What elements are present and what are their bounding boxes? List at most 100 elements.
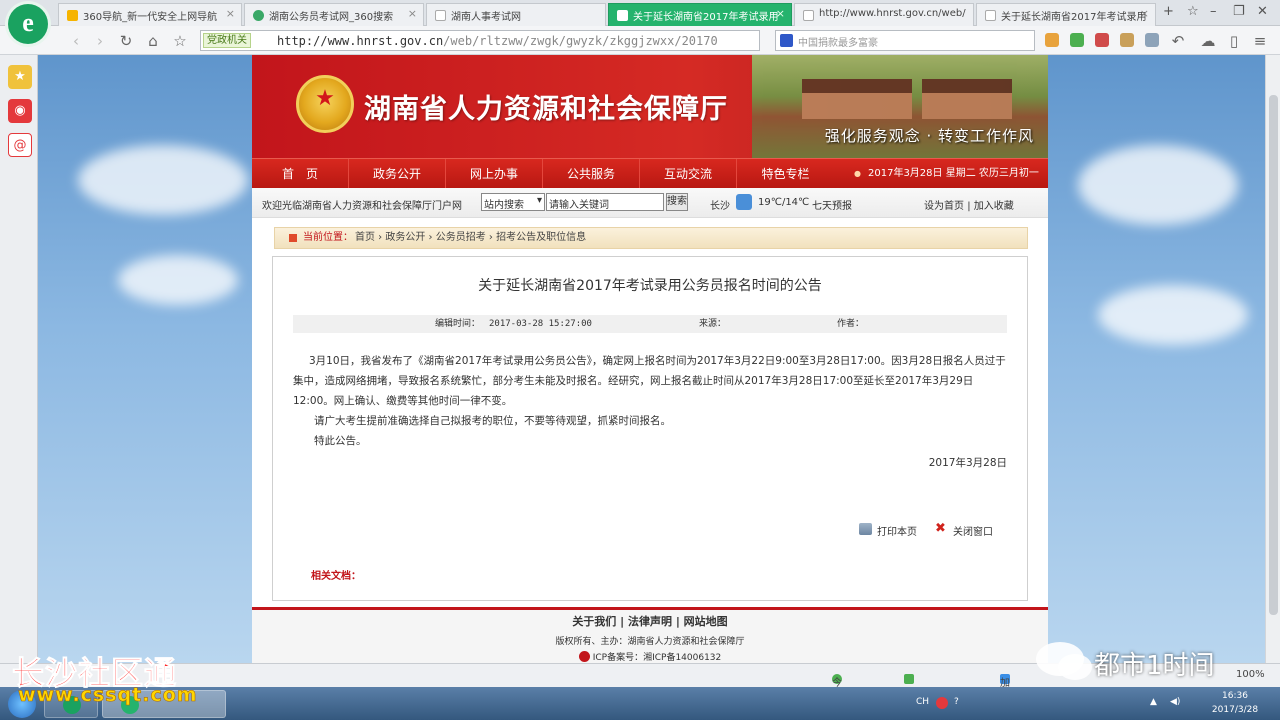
- welcome-text: 欢迎光临湖南省人力资源和社会保障厅门户网: [262, 201, 462, 212]
- cloud-decoration: [118, 255, 238, 305]
- edit-time-value: 2017-03-28 15:27:00: [489, 319, 592, 329]
- tray-app-icon[interactable]: [936, 697, 948, 709]
- icp-text[interactable]: ICP备案号：湘ICP备14006132: [593, 653, 722, 663]
- browser-search-input[interactable]: 中国捐款最多富豪: [775, 30, 1035, 51]
- site-footer: 关于我们 | 法律声明 | 网站地图 版权所有、主办：湖南省人力资源和社会保障厅…: [252, 607, 1048, 663]
- site-search-input[interactable]: 请输入关键词: [546, 193, 664, 211]
- home-icon[interactable]: ⌂: [143, 31, 163, 51]
- tab-label: http://www.hnrst.gov.cn/web/: [819, 8, 966, 19]
- tab-label: 360导航_新一代安全上网导航: [83, 12, 218, 23]
- nav-home[interactable]: 首 页: [252, 159, 349, 189]
- watermark-url: www.cssqt.com: [18, 684, 198, 707]
- nav-interaction[interactable]: 互动交流: [640, 159, 737, 189]
- source-label: 来源：: [699, 319, 727, 329]
- close-icon[interactable]: ×: [1140, 7, 1149, 20]
- star-icon[interactable]: ★: [8, 65, 32, 89]
- tab-label: 关于延长湖南省2017年考试录用: [1001, 12, 1147, 23]
- breadcrumb: 当前位置： 首页 › 政务公开 › 公务员招考 › 招考公告及职位信息: [274, 227, 1028, 249]
- tab-announcement-active[interactable]: 关于延长湖南省2017年考试录用 ×: [608, 3, 792, 26]
- page-icon: [803, 10, 814, 21]
- mail-icon[interactable]: @: [8, 133, 32, 157]
- baidu-paw-icon: [780, 34, 793, 47]
- settings-icon[interactable]: ☆: [1187, 4, 1199, 19]
- 360-icon: [67, 10, 78, 21]
- menu-icon[interactable]: ≡: [1250, 31, 1270, 51]
- network-icon[interactable]: ▲: [1150, 697, 1157, 707]
- search-placeholder: 中国捐款最多富豪: [798, 38, 878, 49]
- nav-special-columns[interactable]: 特色专栏: [737, 159, 834, 189]
- close-icon[interactable]: ×: [408, 7, 417, 20]
- cert-badge[interactable]: 党政机关: [203, 33, 251, 48]
- footer-copyright: 版权所有、主办：湖南省人力资源和社会保障厅: [555, 637, 745, 647]
- translate-icon[interactable]: [1095, 33, 1109, 47]
- window-close-icon[interactable]: ✕: [1257, 4, 1268, 19]
- breadcrumb-path[interactable]: 首页 › 政务公开 › 公务员招考 › 招考公告及职位信息: [355, 228, 586, 248]
- favorite-icon[interactable]: ☆: [170, 31, 190, 51]
- print-button[interactable]: 打印本页: [859, 523, 917, 538]
- system-clock[interactable]: 16:36 2017/3/28: [1205, 689, 1265, 717]
- back-icon[interactable]: ‹: [66, 31, 86, 51]
- watermark-brand: 都市1时间: [1094, 651, 1215, 681]
- tools-icon[interactable]: [1145, 33, 1159, 47]
- page-viewport: 湖南省人力资源和社会保障厅 强化服务观念 · 转变工作作风 首 页 政务公开 网…: [38, 55, 1265, 663]
- search-scope-select[interactable]: 站内搜索: [481, 193, 545, 211]
- phone-icon[interactable]: ▯: [1224, 31, 1244, 51]
- extension-icon[interactable]: [1045, 33, 1059, 47]
- screenshot-icon[interactable]: [1120, 33, 1134, 47]
- search-icon: [253, 10, 264, 21]
- close-icon: ✖: [935, 521, 946, 536]
- tab-hunan-exam[interactable]: 湖南人事考试网: [426, 3, 606, 26]
- url-host: http://www.hnrst.gov.cn: [277, 34, 444, 48]
- tab-360-search[interactable]: 湖南公务员考试网_360搜索 ×: [244, 3, 424, 26]
- help-icon[interactable]: ?: [954, 697, 959, 707]
- forecast-link[interactable]: 七天预报: [812, 197, 852, 212]
- weather-temperature: 19℃/14℃: [758, 197, 810, 208]
- close-window-button[interactable]: ✖ 关闭窗口: [935, 521, 993, 538]
- site-search-button[interactable]: 搜索: [666, 193, 688, 211]
- close-label: 关闭窗口: [953, 527, 993, 538]
- nav-public-services[interactable]: 公共服务: [543, 159, 640, 189]
- article-date: 2017年3月28日: [928, 457, 1007, 469]
- location-icon: [289, 234, 297, 242]
- toolbar-links: 设为首页 | 加入收藏: [924, 197, 1014, 212]
- footer-links[interactable]: 关于我们 | 法律声明 | 网站地图: [252, 613, 1048, 629]
- url-input[interactable]: 党政机关 http://www.hnrst.gov.cn/web/rltzww/…: [200, 30, 760, 51]
- scroll-thumb[interactable]: [1269, 95, 1278, 615]
- add-favorite-link[interactable]: 加入收藏: [974, 201, 1014, 212]
- clock-date: 2017/3/28: [1211, 705, 1259, 715]
- weibo-icon[interactable]: ◉: [8, 99, 32, 123]
- weather-city: 长沙: [710, 201, 730, 212]
- input-language[interactable]: CH: [916, 697, 929, 707]
- close-icon[interactable]: ×: [226, 7, 235, 20]
- new-tab-icon[interactable]: +: [1163, 4, 1174, 19]
- reload-icon[interactable]: ↻: [116, 31, 136, 51]
- wechat-icon: [1058, 654, 1092, 680]
- cloud-icon[interactable]: ☁: [1198, 31, 1218, 51]
- close-icon[interactable]: ×: [776, 7, 785, 20]
- tab-announcement-2[interactable]: 关于延长湖南省2017年考试录用 ×: [976, 3, 1156, 26]
- author-label: 作者：: [837, 319, 865, 329]
- nav-government-affairs[interactable]: 政务公开: [349, 159, 446, 189]
- print-label: 打印本页: [877, 527, 917, 538]
- article-paragraph: 请广大考生提前准确选择自己拟报考的职位，不要等待观望，抓紧时间报名。: [314, 415, 671, 427]
- set-home-link[interactable]: 设为首页: [924, 201, 964, 212]
- nav-date: 2017年3月28日 星期二 农历三月初一: [852, 159, 1048, 189]
- shield-icon[interactable]: [1070, 33, 1084, 47]
- tab-label: 关于延长湖南省2017年考试录用: [633, 12, 779, 23]
- restore-icon[interactable]: ❐: [1233, 4, 1245, 19]
- undo-icon[interactable]: ↶: [1168, 31, 1188, 51]
- nav-online-services[interactable]: 网上办事: [446, 159, 543, 189]
- site-slogan: 强化服务观念 · 转变工作作风: [824, 127, 1034, 145]
- minimize-icon[interactable]: –: [1210, 4, 1217, 19]
- house-shape: [922, 79, 1012, 119]
- tab-hnrst-url[interactable]: http://www.hnrst.gov.cn/web/: [794, 3, 974, 26]
- forward-icon[interactable]: ›: [90, 31, 110, 51]
- clock-time: 16:36: [1222, 691, 1248, 701]
- article-title: 关于延长湖南省2017年考试录用公务员报名时间的公告: [478, 278, 822, 294]
- tab-360-nav[interactable]: 360导航_新一代安全上网导航 ×: [58, 3, 242, 26]
- page-scrollbar[interactable]: [1265, 55, 1280, 663]
- volume-icon[interactable]: ◀): [1170, 697, 1180, 707]
- browser-logo-icon[interactable]: e: [8, 4, 48, 44]
- shield-icon: [904, 674, 914, 684]
- zoom-level[interactable]: 100%: [1236, 669, 1265, 680]
